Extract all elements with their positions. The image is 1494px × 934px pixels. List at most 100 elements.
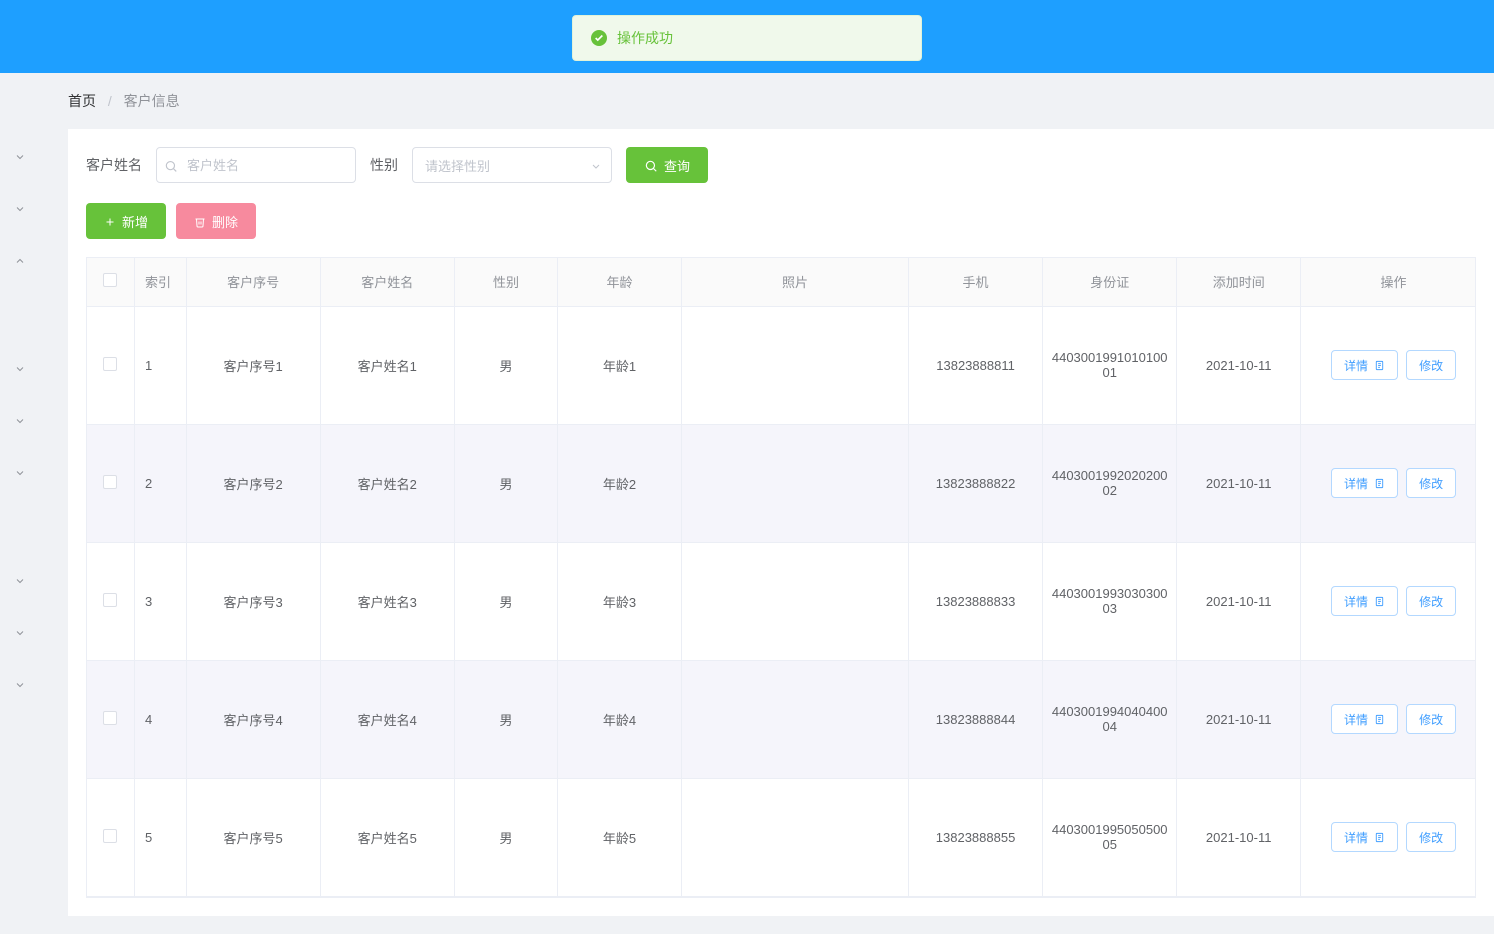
- th-photo: 照片: [681, 258, 908, 306]
- document-icon: [1374, 476, 1385, 490]
- cell-phone: 13823888822: [908, 424, 1042, 542]
- edit-button[interactable]: 修改: [1406, 586, 1456, 616]
- detail-button[interactable]: 详情: [1331, 704, 1398, 734]
- cell-phone: 13823888811: [908, 306, 1042, 424]
- content-card: 客户姓名 性别 请选择性别 查询: [68, 129, 1494, 916]
- select-all-checkbox[interactable]: [103, 273, 117, 287]
- breadcrumb-current: 客户信息: [124, 93, 180, 109]
- cell-index: 4: [134, 660, 186, 778]
- detail-label: 详情: [1344, 475, 1368, 492]
- row-checkbox[interactable]: [103, 829, 117, 843]
- row-checkbox[interactable]: [103, 593, 117, 607]
- search-form: 客户姓名 性别 请选择性别 查询: [86, 147, 1476, 183]
- cell-code: 客户序号3: [186, 542, 320, 660]
- cell-photo: [681, 542, 908, 660]
- sidebar-toggle-5[interactable]: [0, 395, 40, 447]
- detail-button[interactable]: 详情: [1331, 468, 1398, 498]
- cell-gender: 男: [454, 424, 557, 542]
- plus-icon: [104, 214, 116, 229]
- detail-label: 详情: [1344, 829, 1368, 846]
- detail-label: 详情: [1344, 711, 1368, 728]
- sidebar-toggle-2[interactable]: [0, 183, 40, 235]
- query-button[interactable]: 查询: [626, 147, 708, 183]
- edit-label: 修改: [1419, 593, 1443, 610]
- add-button[interactable]: 新增: [86, 203, 166, 239]
- cell-name: 客户姓名5: [320, 778, 454, 896]
- cell-time: 2021-10-11: [1177, 306, 1301, 424]
- gender-select-wrap: 请选择性别: [412, 147, 612, 183]
- table-row: 3客户序号3客户姓名3男年龄31382388883344030019930303…: [87, 542, 1476, 660]
- edit-button[interactable]: 修改: [1406, 350, 1456, 380]
- cell-gender: 男: [454, 306, 557, 424]
- th-phone: 手机: [908, 258, 1042, 306]
- cell-photo: [681, 424, 908, 542]
- table-wrap: 索引 客户序号 客户姓名 性别 年龄 照片 手机 身份证 添加时间 操作 1客户…: [86, 257, 1476, 898]
- cell-age: 年龄5: [558, 778, 682, 896]
- detail-label: 详情: [1344, 593, 1368, 610]
- sidebar-toggle-3[interactable]: [0, 235, 40, 287]
- cell-gender: 男: [454, 660, 557, 778]
- cell-phone: 13823888833: [908, 542, 1042, 660]
- cell-code: 客户序号4: [186, 660, 320, 778]
- cell-photo: [681, 306, 908, 424]
- sidebar-toggle-9[interactable]: [0, 659, 40, 711]
- sidebar-toggle-6[interactable]: [0, 447, 40, 499]
- breadcrumb-home[interactable]: 首页: [68, 93, 96, 109]
- table-row: 1客户序号1客户姓名1男年龄11382388881144030019910101…: [87, 306, 1476, 424]
- detail-button[interactable]: 详情: [1331, 350, 1398, 380]
- cell-index: 1: [134, 306, 186, 424]
- detail-button[interactable]: 详情: [1331, 822, 1398, 852]
- name-input[interactable]: [156, 147, 356, 183]
- edit-label: 修改: [1419, 475, 1443, 492]
- delete-button[interactable]: 删除: [176, 203, 256, 239]
- sidebar-collapsed: [0, 73, 40, 934]
- sidebar-toggle-7[interactable]: [0, 555, 40, 607]
- table-row: 2客户序号2客户姓名2男年龄21382388882244030019920202…: [87, 424, 1476, 542]
- th-actions: 操作: [1301, 258, 1476, 306]
- main-content: 首页 / 客户信息 客户姓名 性别 请选择性别: [40, 73, 1494, 916]
- th-code: 客户序号: [186, 258, 320, 306]
- sidebar-toggle-4[interactable]: [0, 343, 40, 395]
- cell-time: 2021-10-11: [1177, 778, 1301, 896]
- cell-idcard: 440300199303030003: [1043, 542, 1177, 660]
- chevron-down-icon: [590, 158, 602, 173]
- cell-name: 客户姓名1: [320, 306, 454, 424]
- cell-time: 2021-10-11: [1177, 542, 1301, 660]
- cell-age: 年龄3: [558, 542, 682, 660]
- edit-button[interactable]: 修改: [1406, 822, 1456, 852]
- toast-message: 操作成功: [617, 28, 673, 48]
- search-icon: [644, 157, 658, 173]
- th-time: 添加时间: [1177, 258, 1301, 306]
- edit-button[interactable]: 修改: [1406, 468, 1456, 498]
- customer-table: 索引 客户序号 客户姓名 性别 年龄 照片 手机 身份证 添加时间 操作 1客户…: [87, 258, 1476, 897]
- gender-label: 性别: [370, 155, 398, 175]
- edit-button[interactable]: 修改: [1406, 704, 1456, 734]
- sidebar-toggle-8[interactable]: [0, 607, 40, 659]
- th-gender: 性别: [454, 258, 557, 306]
- document-icon: [1374, 712, 1385, 726]
- row-checkbox[interactable]: [103, 357, 117, 371]
- cell-time: 2021-10-11: [1177, 424, 1301, 542]
- delete-label: 删除: [212, 212, 238, 231]
- row-checkbox[interactable]: [103, 711, 117, 725]
- edit-label: 修改: [1419, 711, 1443, 728]
- cell-idcard: 440300199202020002: [1043, 424, 1177, 542]
- sidebar-toggle-1[interactable]: [0, 131, 40, 183]
- document-icon: [1374, 830, 1385, 844]
- gender-select[interactable]: 请选择性别: [412, 147, 612, 183]
- search-icon: [164, 157, 178, 173]
- cell-index: 5: [134, 778, 186, 896]
- edit-label: 修改: [1419, 357, 1443, 374]
- document-icon: [1374, 358, 1385, 372]
- action-row: 新增 删除: [86, 203, 1476, 239]
- cell-name: 客户姓名3: [320, 542, 454, 660]
- detail-button[interactable]: 详情: [1331, 586, 1398, 616]
- table-header-row: 索引 客户序号 客户姓名 性别 年龄 照片 手机 身份证 添加时间 操作: [87, 258, 1476, 306]
- cell-age: 年龄1: [558, 306, 682, 424]
- th-name: 客户姓名: [320, 258, 454, 306]
- cell-idcard: 440300199404040004: [1043, 660, 1177, 778]
- cell-idcard: 440300199505050005: [1043, 778, 1177, 896]
- breadcrumb-separator: /: [108, 93, 112, 109]
- cell-code: 客户序号5: [186, 778, 320, 896]
- row-checkbox[interactable]: [103, 475, 117, 489]
